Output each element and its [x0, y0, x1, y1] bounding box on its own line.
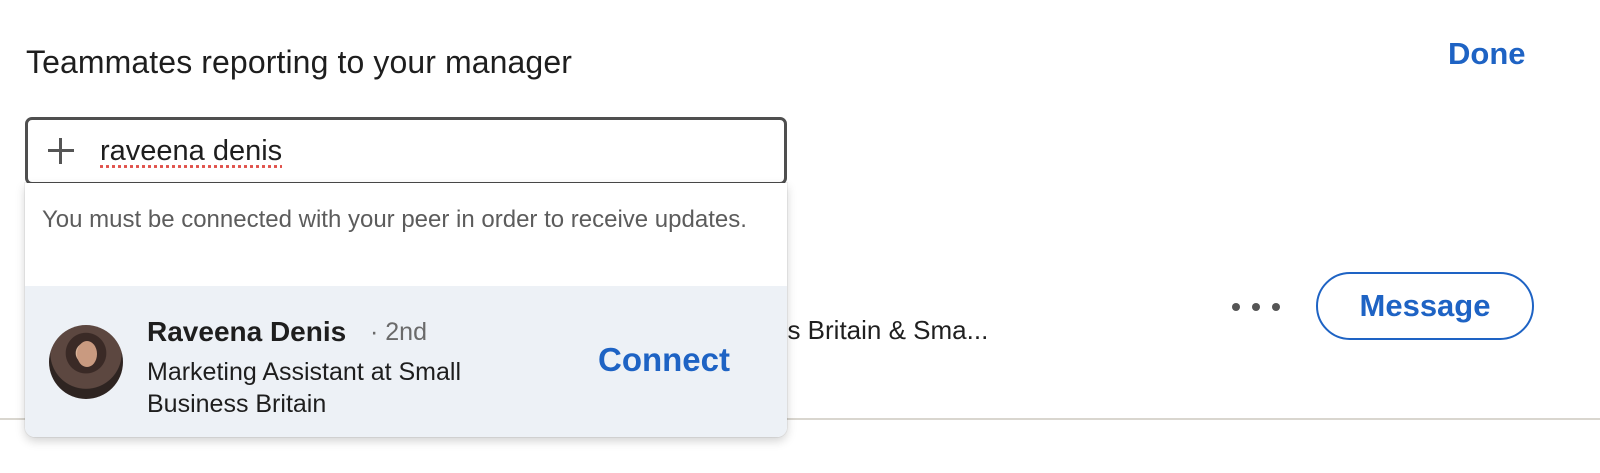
- result-headline: Marketing Assistant at Small Business Br…: [147, 358, 462, 418]
- more-dot: [1272, 303, 1280, 311]
- more-dot: [1252, 303, 1260, 311]
- section-title: Teammates reporting to your manager: [26, 44, 572, 80]
- done-button[interactable]: Done: [1448, 36, 1526, 72]
- teammate-headline-truncated: ess Britain & Sma...: [760, 315, 989, 345]
- avatar: [49, 325, 123, 399]
- more-dot: [1232, 303, 1240, 311]
- avatar-face: [77, 341, 97, 367]
- connection-notice: You must be connected with your peer in …: [42, 206, 747, 233]
- connection-degree: · 2nd: [370, 318, 427, 346]
- message-button[interactable]: Message: [1316, 272, 1534, 340]
- plus-icon[interactable]: [46, 136, 76, 166]
- teammate-search-input[interactable]: [100, 134, 740, 168]
- result-name: Raveena Denis: [147, 316, 347, 347]
- search-result-item[interactable]: Raveena Denis · 2nd Marketing Assistant …: [25, 286, 787, 437]
- search-results-dropdown: You must be connected with your peer in …: [25, 183, 787, 437]
- more-horizontal-icon[interactable]: [1232, 296, 1280, 318]
- connect-button[interactable]: Connect: [598, 341, 730, 379]
- teammate-search-field[interactable]: [25, 117, 787, 185]
